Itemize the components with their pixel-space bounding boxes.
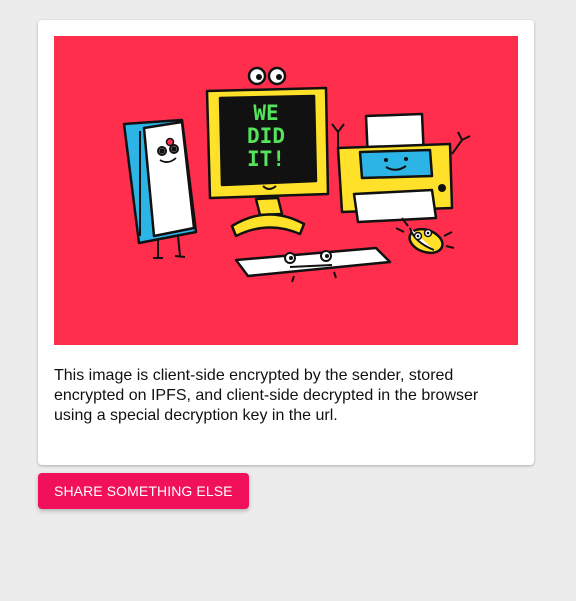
image-description: This image is client-side encrypted by t…: [54, 367, 479, 424]
shared-image-card: WE DID IT! This image is client-side enc…: [38, 20, 534, 465]
share-something-else-button[interactable]: SHARE SOMETHING ELSE: [38, 473, 249, 509]
celebration-illustration: WE DID IT!: [54, 36, 518, 345]
screen-line-1: WE: [253, 101, 278, 125]
decrypted-image: WE DID IT!: [54, 36, 518, 345]
screen-line-2: DID: [247, 124, 285, 148]
page: WE DID IT! This image is client-side enc…: [0, 0, 576, 601]
screen-line-3: IT!: [247, 147, 285, 171]
